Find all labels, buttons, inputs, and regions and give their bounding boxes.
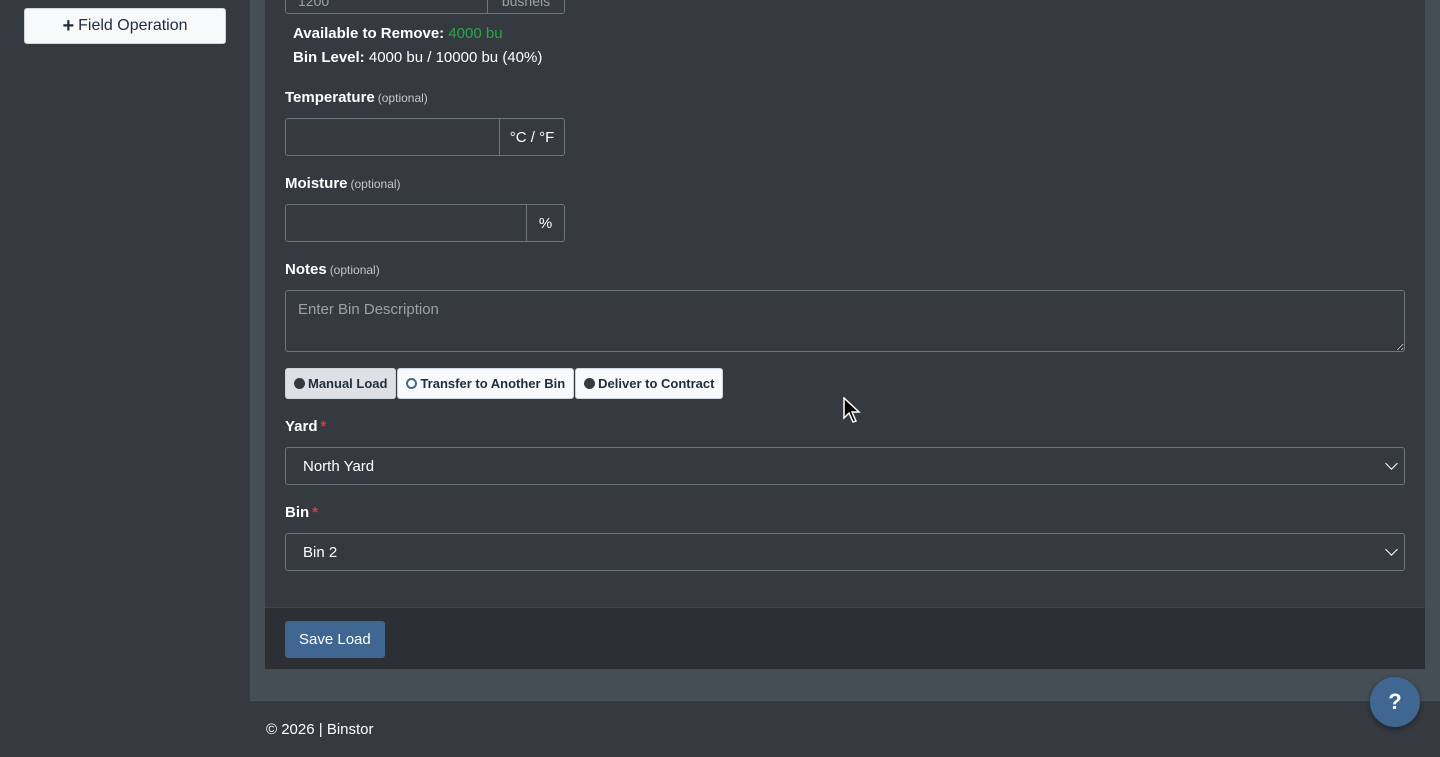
available-label: Available to Remove: <box>293 25 445 42</box>
copyright-text: © 2026 | Binstor <box>266 721 374 738</box>
chevron-down-icon <box>1385 543 1398 556</box>
temperature-group: °C / °F <box>285 118 565 156</box>
sidebar: + Field Operation <box>0 0 250 757</box>
mouse-cursor-icon <box>843 397 861 423</box>
bin-level-label: Bin Level: <box>293 49 365 66</box>
available-info: Available to Remove: 4000 bu <box>293 25 503 42</box>
temperature-input[interactable] <box>285 118 500 156</box>
radio-transfer-to-another-bin[interactable]: Transfer to Another Bin <box>397 368 575 399</box>
load-type-radio-group: Manual Load Transfer to Another Bin Deli… <box>285 368 724 399</box>
moisture-label: Moisture (optional) <box>285 175 401 192</box>
quantity-unit: bushels <box>487 0 565 14</box>
help-button[interactable]: ? <box>1370 677 1420 727</box>
quantity-input[interactable]: 1200 <box>285 0 488 14</box>
radio-deliver-to-contract[interactable]: Deliver to Contract <box>575 368 724 399</box>
yard-select[interactable]: North Yard <box>285 447 1405 485</box>
available-value: 4000 bu <box>448 25 503 42</box>
save-load-button[interactable]: Save Load <box>285 621 385 658</box>
add-field-operation-button[interactable]: + Field Operation <box>24 8 226 44</box>
radio-dot-icon <box>584 378 596 389</box>
card-footer: Save Load <box>265 607 1425 669</box>
chevron-down-icon <box>1385 457 1398 470</box>
moisture-unit: % <box>527 204 565 242</box>
moisture-group: % <box>285 204 565 242</box>
bin-select-value: Bin 2 <box>303 543 338 561</box>
field-operation-label: Field Operation <box>78 17 188 34</box>
radio-dot-selected-icon <box>406 378 418 389</box>
bin-level-info: Bin Level: 4000 bu / 10000 bu (40%) <box>293 49 542 66</box>
temperature-unit: °C / °F <box>500 118 565 156</box>
radio-manual-load[interactable]: Manual Load <box>285 368 397 399</box>
moisture-input[interactable] <box>285 204 527 242</box>
load-form-card: 1200 bushels Available to Remove: 4000 b… <box>265 0 1425 669</box>
page-footer: © 2026 | Binstor <box>250 700 1440 757</box>
bin-level-value: 4000 bu / 10000 bu (40%) <box>368 49 543 66</box>
notes-label: Notes (optional) <box>285 261 380 278</box>
bin-label: Bin * <box>285 504 319 521</box>
bin-select[interactable]: Bin 2 <box>285 533 1405 571</box>
temperature-label: Temperature (optional) <box>285 89 428 106</box>
notes-textarea[interactable] <box>285 290 1405 352</box>
radio-dot-icon <box>294 378 305 389</box>
question-icon: ? <box>1388 689 1402 714</box>
yard-label: Yard * <box>285 418 327 435</box>
yard-select-value: North Yard <box>303 457 375 475</box>
plus-icon: + <box>62 15 75 37</box>
